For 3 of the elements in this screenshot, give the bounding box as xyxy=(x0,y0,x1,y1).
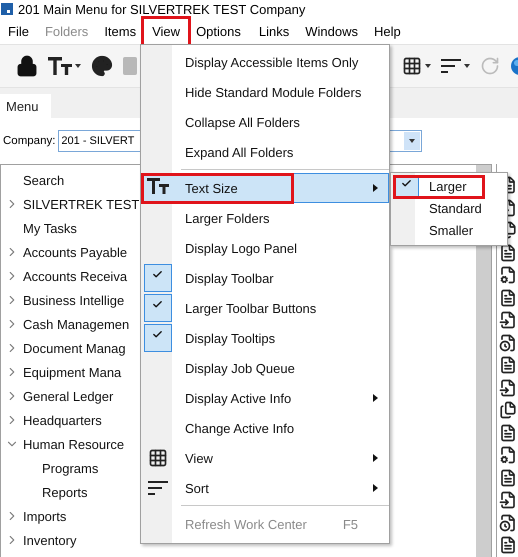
window-title: 201 Main Menu for SILVERTREK TEST Company xyxy=(18,2,306,16)
shortcut-label: F5 xyxy=(342,516,358,532)
company-label: Company: xyxy=(3,135,56,147)
